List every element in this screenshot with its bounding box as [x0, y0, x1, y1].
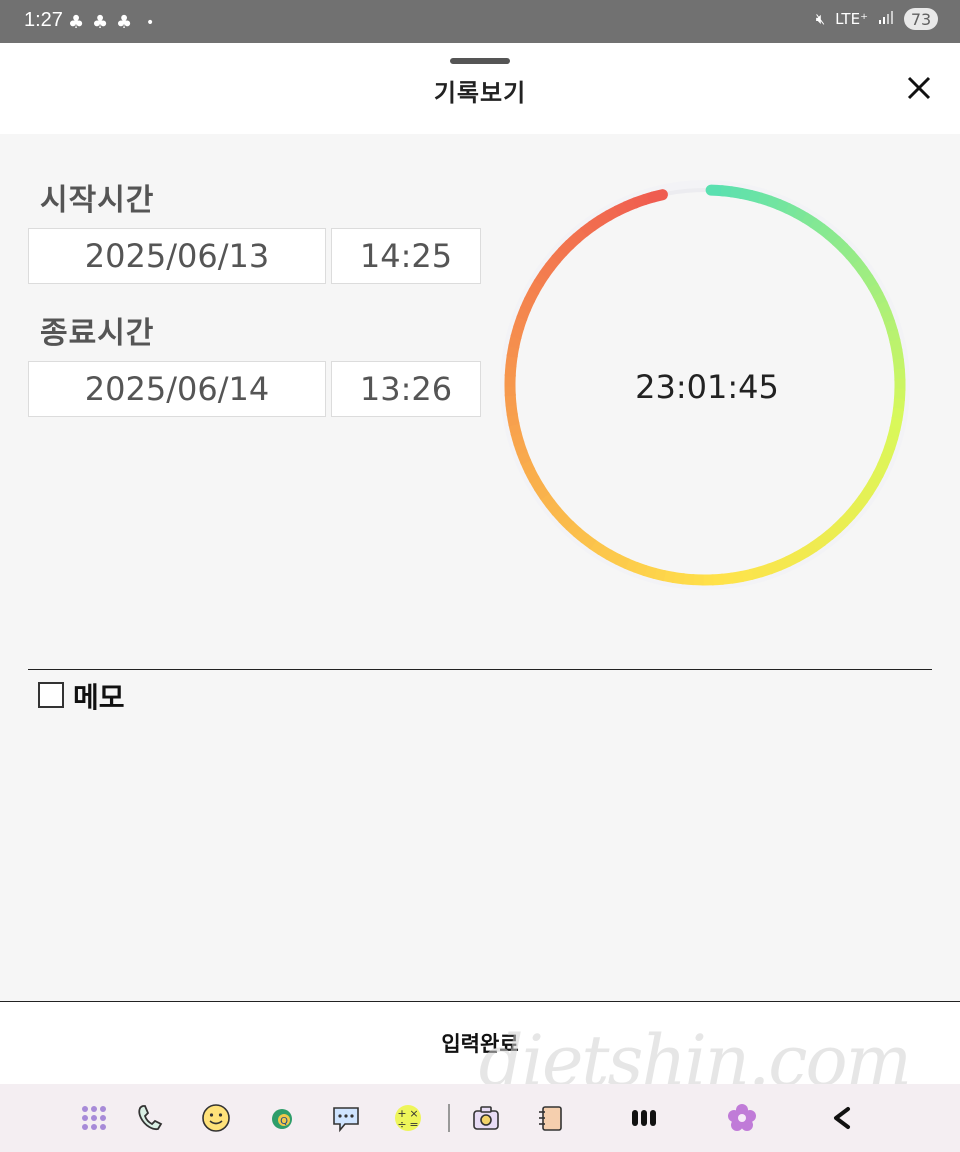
flower-home-icon	[728, 1104, 756, 1131]
close-button[interactable]	[904, 73, 934, 103]
svg-text:Q: Q	[280, 1116, 288, 1127]
duration-text: 23:01:45	[635, 368, 779, 406]
notification-dot-icon: •	[146, 15, 155, 31]
duration-ring: 23:01:45	[500, 180, 910, 590]
calculator-app-button[interactable]: + × ÷ =	[388, 1098, 428, 1138]
ring-arc-segment	[647, 189, 668, 203]
sheet-header: 기록보기	[0, 43, 960, 134]
memo-checkbox[interactable]	[38, 682, 64, 708]
browser-icon: Q	[272, 1109, 292, 1129]
apps-grid-icon	[82, 1106, 106, 1130]
start-time-field[interactable]: 14:25	[331, 228, 481, 284]
network-type: LTE⁺	[835, 10, 868, 28]
memo-label: 메모	[73, 681, 125, 714]
svg-text:=: =	[409, 1118, 418, 1131]
app-drawer-button[interactable]	[74, 1098, 114, 1138]
notification-icon: ♣	[116, 12, 133, 33]
notification-icon: ♣	[92, 12, 109, 33]
submit-label: 입력완료	[441, 1032, 519, 1056]
start-time-label: 시작시간	[40, 183, 155, 218]
phone-app-button[interactable]	[130, 1098, 170, 1138]
camera-icon	[473, 1106, 499, 1130]
back-button[interactable]	[822, 1098, 862, 1138]
page-title: 기록보기	[433, 79, 527, 107]
status-bar: 1:27 ♣ ♣ ♣ • 🔇︎ LTE⁺ 73	[0, 0, 960, 43]
home-button[interactable]	[722, 1098, 762, 1138]
notification-icon: ♣	[68, 12, 85, 33]
submit-button[interactable]: 입력완료	[0, 1002, 960, 1084]
battery-indicator: 73	[904, 8, 938, 30]
status-time: 1:27	[24, 9, 63, 31]
memo-divider	[28, 669, 932, 670]
recent-apps-button[interactable]	[624, 1098, 664, 1138]
drag-handle[interactable]	[450, 58, 510, 64]
messages-app-button[interactable]	[326, 1098, 366, 1138]
phone-icon	[138, 1105, 163, 1131]
mute-icon: 🔇︎	[815, 10, 826, 28]
notes-app-button[interactable]	[530, 1098, 570, 1138]
signal-icon	[878, 9, 894, 29]
notes-icon	[539, 1106, 562, 1131]
recent-apps-icon	[632, 1110, 656, 1126]
start-date-field[interactable]: 2025/06/13	[28, 228, 326, 284]
navigation-bar: Q + × ÷ =	[0, 1084, 960, 1152]
nav-divider	[448, 1104, 450, 1132]
camera-app-button[interactable]	[466, 1098, 506, 1138]
end-time-field[interactable]: 13:26	[331, 361, 481, 417]
end-date-field[interactable]: 2025/06/14	[28, 361, 326, 417]
close-icon	[907, 76, 931, 100]
emoji-app-button[interactable]	[196, 1098, 236, 1138]
browser-app-button[interactable]: Q	[262, 1098, 302, 1138]
svg-text:÷: ÷	[397, 1118, 406, 1131]
calculator-icon: + × ÷ =	[395, 1105, 421, 1131]
smiley-icon	[202, 1104, 230, 1132]
back-chevron-icon	[834, 1107, 850, 1129]
chat-bubble-icon	[333, 1107, 359, 1133]
end-time-label: 종료시간	[40, 316, 155, 351]
